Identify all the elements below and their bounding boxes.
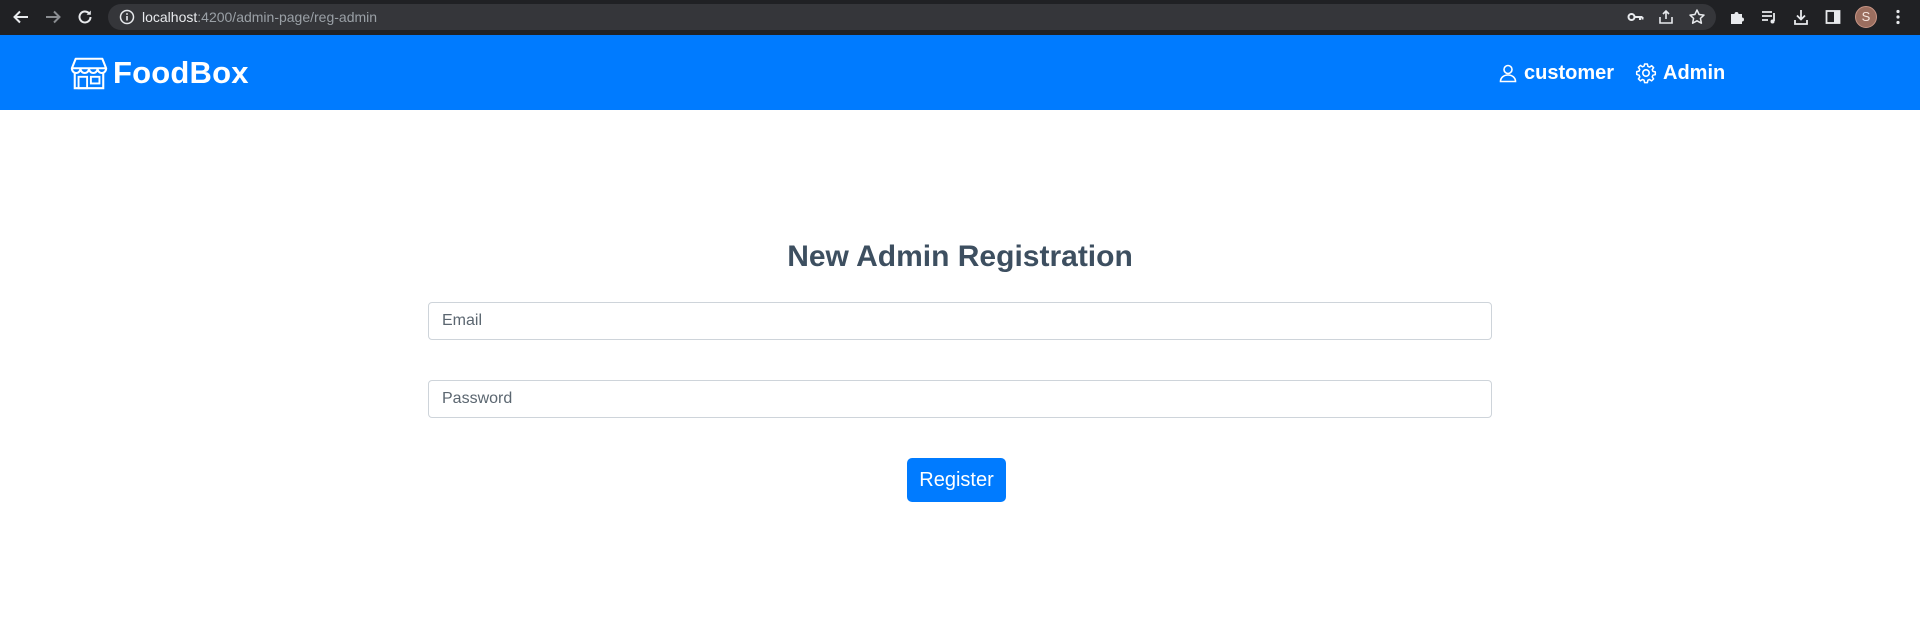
back-icon[interactable] <box>10 6 32 28</box>
shop-icon <box>70 57 108 90</box>
nav-link-customer[interactable]: customer <box>1498 59 1614 87</box>
profile-avatar[interactable]: S <box>1855 6 1877 28</box>
side-panel-icon[interactable] <box>1823 7 1843 27</box>
forward-icon[interactable] <box>42 6 64 28</box>
extensions-icon[interactable] <box>1727 7 1747 27</box>
url-host: localhost <box>142 9 198 25</box>
address-bar[interactable]: localhost:4200/admin-page/reg-admin <box>108 4 1716 30</box>
share-icon[interactable] <box>1657 8 1675 26</box>
navbar: FoodBox customer Admin <box>0 35 1920 110</box>
site-info-icon[interactable] <box>118 8 136 26</box>
password-field[interactable] <box>428 380 1492 418</box>
nav-link-admin[interactable]: Admin <box>1635 59 1725 87</box>
url-path: :4200/admin-page/reg-admin <box>197 9 378 25</box>
key-icon[interactable] <box>1626 8 1644 26</box>
person-icon <box>1499 64 1517 83</box>
page-title: New Admin Registration <box>787 240 1133 273</box>
star-icon[interactable] <box>1688 8 1706 26</box>
reload-icon[interactable] <box>74 6 96 28</box>
more-icon[interactable] <box>1888 7 1908 27</box>
gear-icon <box>1635 63 1657 84</box>
nav-link-admin-label: Admin <box>1663 61 1726 84</box>
brand-link[interactable]: FoodBox <box>70 53 249 93</box>
download-icon[interactable] <box>1791 7 1811 27</box>
register-button[interactable]: Register <box>907 458 1006 502</box>
url-text: localhost:4200/admin-page/reg-admin <box>142 8 377 26</box>
browser-toolbar: localhost:4200/admin-page/reg-admin S <box>0 0 1920 35</box>
media-icon[interactable] <box>1759 7 1779 27</box>
brand-name: FoodBox <box>113 55 249 90</box>
nav-link-customer-label: customer <box>1524 61 1615 84</box>
email-field[interactable] <box>428 302 1492 340</box>
